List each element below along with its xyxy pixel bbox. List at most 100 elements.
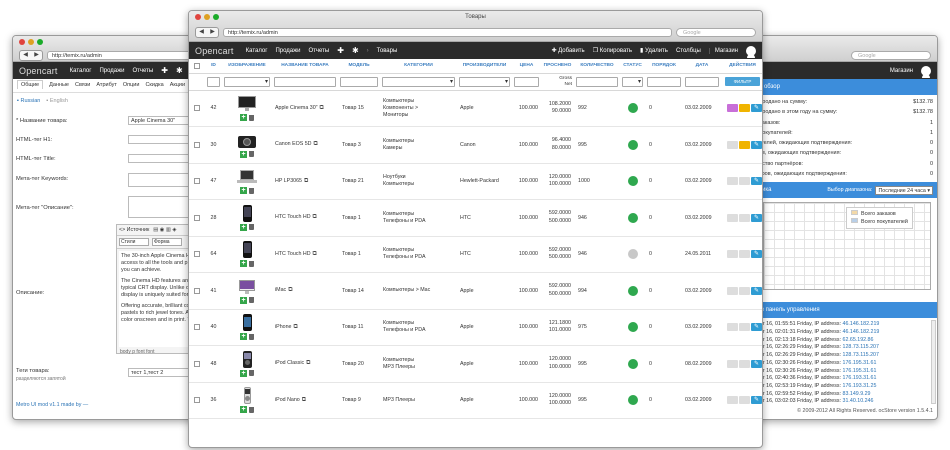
puzzle-icon[interactable]: ✚ [337, 46, 344, 55]
row-checkbox[interactable] [194, 214, 200, 221]
source-button[interactable]: <> Источник [119, 227, 149, 233]
action-button-2[interactable] [739, 140, 750, 149]
col-name[interactable]: НАЗВАНИЕ ТОВАРА [272, 59, 338, 74]
add-image-icon[interactable]: + [240, 333, 247, 341]
tab-special[interactable]: Акции [170, 82, 185, 89]
add-image-icon[interactable]: + [240, 406, 247, 414]
edit-link-icon[interactable]: ⧉ [313, 251, 317, 257]
back-icon[interactable]: ◀ [20, 51, 31, 60]
add-image-icon[interactable]: + [240, 114, 247, 122]
filter-name[interactable] [274, 76, 336, 87]
forward-icon[interactable]: ▶ [207, 28, 218, 37]
table-row[interactable]: 28 + HTC Touch HD ⧉ Товар 1 Компьютеры Телефон… [189, 199, 762, 237]
add-image-icon[interactable]: + [240, 223, 247, 231]
trash-icon[interactable] [249, 151, 254, 158]
edit-pencil-icon[interactable]: ✎ [751, 286, 762, 295]
lang-tab-english[interactable]: ▪ English [46, 98, 68, 104]
select-all-checkbox[interactable] [194, 62, 200, 69]
minimize-dot[interactable] [204, 14, 210, 20]
row-checkbox[interactable] [194, 141, 200, 148]
status-indicator[interactable] [627, 176, 638, 187]
log-ip[interactable]: 176.193.31.25 [843, 383, 877, 389]
store-link[interactable]: Магазин [890, 68, 913, 74]
col-categories[interactable]: КАТЕГОРИИ [380, 59, 457, 74]
product-image-phone-icon[interactable] [236, 241, 258, 259]
style-select[interactable]: Стили [119, 238, 149, 246]
tab-links[interactable]: Связи [75, 82, 90, 89]
edit-pencil-icon[interactable]: ✎ [751, 213, 762, 222]
trash-icon[interactable] [249, 333, 254, 340]
menu-sales[interactable]: Продажи [275, 48, 300, 54]
action-button-2[interactable] [739, 250, 750, 259]
product-name[interactable]: iPod Nano [275, 397, 300, 403]
trash-icon[interactable] [249, 370, 254, 377]
product-name[interactable]: HTC Touch HD [275, 214, 311, 220]
table-row[interactable]: 30 + Canon EOS 5D ⧉ Товар 3 Компьютеры Камеры C… [189, 126, 762, 164]
product-name[interactable]: Canon EOS 5D [275, 141, 312, 147]
product-image-nano-icon[interactable] [236, 387, 258, 405]
col-sold[interactable]: ПРОСНЕНО [541, 59, 574, 74]
product-image-camera-icon[interactable] [236, 132, 258, 149]
menu-catalog[interactable]: Каталог [246, 48, 268, 54]
action-button-2[interactable] [739, 286, 750, 295]
zoom-dot[interactable] [37, 39, 43, 45]
product-name[interactable]: iPhone [275, 324, 292, 330]
edit-pencil-icon[interactable]: ✎ [751, 396, 762, 405]
product-name[interactable]: iMac [275, 287, 286, 293]
editor-toolbar-icons[interactable]: ▤ ◉ ▥ ◈ [153, 227, 176, 233]
lang-tab-russian[interactable]: ▪ Russian [17, 98, 40, 104]
menu-sales[interactable]: Продажи [99, 68, 124, 74]
row-checkbox[interactable] [194, 105, 200, 112]
copy-button[interactable]: ❐ Копировать [593, 47, 632, 54]
forward-icon[interactable]: ▶ [31, 51, 42, 60]
add-image-icon[interactable]: + [240, 150, 247, 158]
col-order[interactable]: ПОРЯДОК [645, 59, 683, 74]
filter-id[interactable] [207, 76, 220, 87]
search-field[interactable]: Google [851, 50, 931, 60]
action-button-1[interactable] [727, 359, 738, 368]
close-dot[interactable] [195, 14, 201, 20]
log-ip[interactable]: 46.146.182.219 [843, 329, 880, 335]
status-indicator[interactable] [627, 285, 638, 296]
trash-icon[interactable] [249, 187, 254, 194]
tab-options[interactable]: Опции [123, 82, 140, 89]
table-row[interactable]: 36 + iPod Nano ⧉ Товар 9 MP3 Плееры Apple 100.0… [189, 382, 762, 419]
row-checkbox[interactable] [194, 178, 200, 185]
product-name[interactable]: Apple Cinema 30" [275, 105, 318, 111]
search-field[interactable]: Google [676, 27, 756, 37]
back-forward-buttons[interactable]: ◀ ▶ [195, 26, 219, 38]
action-button-1[interactable] [727, 250, 738, 259]
action-button-1[interactable] [727, 140, 738, 149]
close-dot[interactable] [19, 39, 25, 45]
log-ip[interactable]: 46.146.182.219 [843, 321, 880, 327]
add-button[interactable]: ✚ Добавить [551, 47, 584, 54]
edit-pencil-icon[interactable]: ✎ [751, 140, 762, 149]
trash-icon[interactable] [249, 224, 254, 231]
action-button-2[interactable] [739, 104, 750, 113]
breadcrumb[interactable]: Товары [377, 48, 398, 54]
table-row[interactable]: 40 + iPhone ⧉ Товар 11 Компьютеры Телефоны и P… [189, 309, 762, 346]
add-image-icon[interactable]: + [240, 369, 247, 377]
filter-manufacturer[interactable] [459, 76, 510, 87]
product-image-monitor-icon[interactable] [236, 95, 258, 112]
log-ip[interactable]: 176.193.31.61 [843, 375, 877, 381]
status-indicator[interactable] [627, 322, 638, 333]
col-model[interactable]: МОДЕЛЬ [338, 59, 380, 74]
log-ip[interactable]: 128.73.115.207 [843, 352, 879, 358]
status-indicator[interactable] [627, 358, 638, 369]
opencart-logo[interactable]: Opencart [19, 66, 58, 76]
edit-link-icon[interactable]: ⧉ [302, 397, 306, 403]
product-image-laptop-icon[interactable] [236, 168, 258, 185]
action-button-2[interactable] [739, 396, 750, 405]
product-image-phone-icon[interactable] [236, 204, 258, 222]
edit-pencil-icon[interactable]: ✎ [751, 104, 762, 113]
log-ip[interactable]: 176.195.31.61 [843, 360, 877, 366]
add-image-icon[interactable]: + [240, 187, 247, 195]
edit-link-icon[interactable]: ⧉ [294, 324, 298, 330]
log-ip[interactable]: 176.195.31.61 [843, 368, 877, 374]
trash-icon[interactable] [249, 297, 254, 304]
filter-quantity[interactable] [576, 76, 618, 87]
address-bar[interactable]: http://temix.ru/admin [47, 50, 200, 60]
status-indicator[interactable] [627, 103, 638, 114]
edit-pencil-icon[interactable]: ✎ [751, 177, 762, 186]
